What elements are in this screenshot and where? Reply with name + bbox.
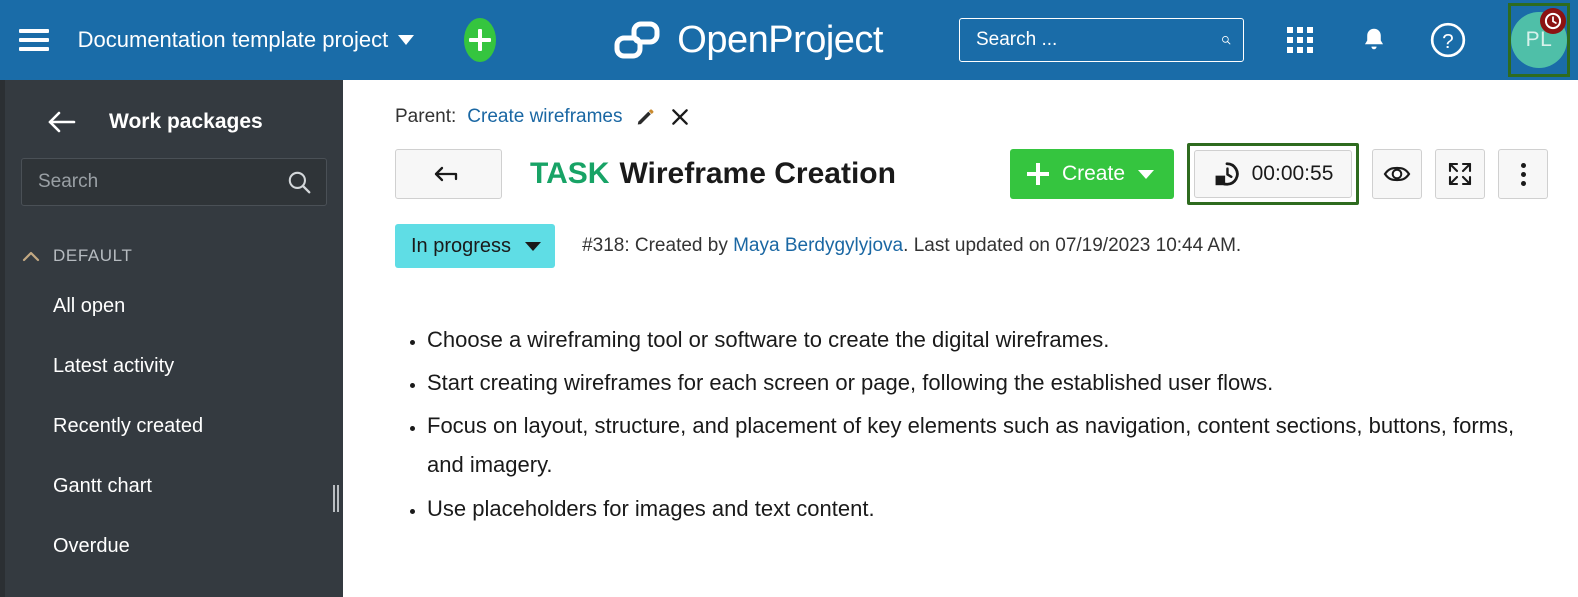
more-menu-button[interactable] — [1498, 149, 1548, 199]
status-label: In progress — [411, 235, 511, 258]
timer-button[interactable]: 00:00:55 — [1194, 150, 1352, 198]
chevron-up-icon — [21, 249, 41, 263]
work-package-description: Choose a wireframing tool or software to… — [395, 320, 1548, 528]
work-package-subject: Wireframe Creation — [619, 157, 895, 190]
sidebar-item-latest-activity[interactable]: Latest activity — [5, 336, 343, 396]
list-item: Focus on layout, structure, and placemen… — [427, 406, 1548, 484]
sidebar-item-label: All open — [53, 295, 125, 318]
sidebar-item-overdue[interactable]: Overdue — [5, 516, 343, 576]
parent-label: Parent: — [395, 106, 456, 128]
project-name: Documentation template project — [78, 27, 389, 53]
create-button[interactable]: Create — [1010, 149, 1174, 199]
sidebar: Work packages DEFAULT All open Latest ac… — [5, 80, 343, 597]
title-action-buttons: Create 00:00:55 — [1010, 143, 1548, 205]
sidebar-item-label: Overdue — [53, 535, 130, 558]
search-input[interactable] — [976, 29, 1221, 51]
sidebar-item-all-open[interactable]: All open — [5, 276, 343, 336]
brand-name: OpenProject — [677, 19, 883, 62]
global-search[interactable] — [959, 18, 1244, 62]
search-icon[interactable] — [286, 169, 312, 195]
eye-icon — [1383, 163, 1411, 185]
brand-logo[interactable]: OpenProject — [611, 18, 883, 62]
arrow-back-hook-icon — [434, 164, 464, 184]
timer-value: 00:00:55 — [1252, 162, 1334, 186]
project-selector[interactable]: Documentation template project — [78, 27, 415, 53]
question-mark-circle-icon[interactable]: ? — [1428, 20, 1468, 60]
pencil-glyph — [635, 107, 655, 127]
arrow-left-icon[interactable] — [45, 105, 79, 139]
global-add-button[interactable] — [464, 18, 496, 62]
page-title: TASK Wireframe Creation — [530, 157, 896, 191]
openproject-app: Documentation template project OpenProje… — [0, 0, 1578, 597]
avatar-timer-badge[interactable] — [1540, 8, 1566, 34]
sidebar-search-input[interactable] — [38, 171, 286, 193]
sidebar-group-default[interactable]: DEFAULT — [5, 236, 343, 276]
expand-fullscreen-icon — [1447, 161, 1473, 187]
user-avatar-highlight[interactable]: PL — [1508, 3, 1570, 77]
work-package-type: TASK — [530, 157, 609, 190]
grid-modules-icon[interactable] — [1280, 20, 1320, 60]
watch-button[interactable] — [1372, 149, 1422, 199]
timer-highlight-box: 00:00:55 — [1187, 143, 1359, 205]
close-icon[interactable] — [668, 105, 692, 129]
bell-icon[interactable] — [1354, 20, 1394, 60]
meta-suffix: . Last updated on 07/19/2023 10:44 AM. — [903, 235, 1241, 256]
meta-prefix: #318: Created by — [582, 235, 733, 256]
sidebar-item-label: Recently created — [53, 415, 203, 438]
svg-text:?: ? — [1442, 30, 1453, 53]
sidebar-title: Work packages — [109, 110, 263, 134]
sidebar-item-label: Latest activity — [53, 355, 174, 378]
list-item: Start creating wireframes for each scree… — [427, 363, 1548, 402]
sidebar-item-label: Gantt chart — [53, 475, 152, 498]
chevron-down-icon — [1138, 170, 1154, 179]
meta-author-link[interactable]: Maya Berdygylyjova — [733, 235, 903, 256]
list-item: Choose a wireframing tool or software to… — [427, 320, 1548, 359]
more-vertical-dots-icon — [1521, 163, 1526, 186]
back-arrow-glyph — [47, 110, 77, 134]
breadcrumb-parent: Parent: Create wireframes — [395, 102, 1548, 132]
bell-glyph — [1361, 26, 1387, 54]
search-icon[interactable] — [1221, 27, 1231, 53]
stop-timer-clock-icon — [1213, 160, 1241, 188]
create-button-label: Create — [1062, 162, 1125, 186]
sidebar-header: Work packages — [5, 92, 343, 152]
header-icon-group: ? — [1280, 20, 1468, 60]
status-row: In progress #318: Created by Maya Berdyg… — [395, 224, 1548, 268]
work-package-meta: #318: Created by Maya Berdygylyjova. Las… — [582, 235, 1241, 257]
chevron-down-icon — [398, 35, 414, 45]
sidebar-item-recently-created[interactable]: Recently created — [5, 396, 343, 456]
chevron-down-icon — [525, 242, 541, 251]
fullscreen-button[interactable] — [1435, 149, 1485, 199]
help-glyph: ? — [1429, 21, 1467, 59]
clock-icon — [1543, 11, 1563, 31]
work-package-title-row: TASKWireframe Creation Create 0 — [395, 148, 1548, 200]
sidebar-group-label: DEFAULT — [53, 246, 132, 266]
parent-link[interactable]: Create wireframes — [467, 106, 622, 128]
hamburger-icon[interactable] — [12, 0, 56, 80]
status-badge[interactable]: In progress — [395, 224, 555, 268]
sidebar-search[interactable] — [21, 158, 327, 206]
back-button[interactable] — [395, 149, 502, 199]
pencil-icon[interactable] — [633, 105, 657, 129]
global-header: Documentation template project OpenProje… — [0, 0, 1578, 80]
sidebar-item-gantt-chart[interactable]: Gantt chart — [5, 456, 343, 516]
openproject-logo-icon — [611, 18, 663, 62]
close-glyph — [670, 107, 690, 127]
list-item: Use placeholders for images and text con… — [427, 489, 1548, 528]
plus-icon — [1027, 163, 1049, 185]
sidebar-resize-handle[interactable] — [333, 485, 340, 512]
work-package-detail: Parent: Create wireframes — [343, 80, 1578, 597]
